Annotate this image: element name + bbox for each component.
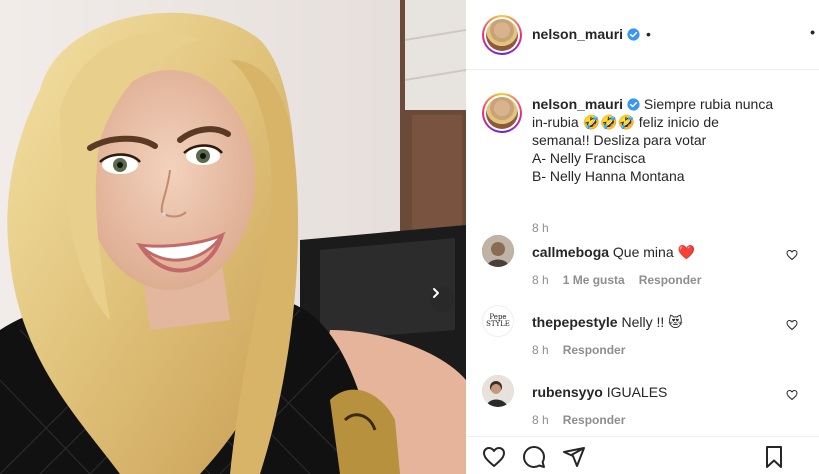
- caption-line2-prefix: in-rubia: [532, 114, 579, 130]
- like-comment-heart-icon[interactable]: [786, 389, 798, 401]
- commenter-username[interactable]: thepepestyle: [532, 314, 618, 330]
- author-avatar[interactable]: [482, 15, 522, 55]
- header-separator: •: [646, 26, 651, 42]
- comment-meta: 8 h Responder: [532, 343, 625, 357]
- comments-list[interactable]: nelson_mauri Siempre rubia nunca in-rubi…: [466, 71, 819, 436]
- like-comment-heart-icon[interactable]: [786, 249, 798, 261]
- reply-button[interactable]: Responder: [563, 343, 626, 357]
- commenter-avatar[interactable]: Pepe STYLE: [482, 305, 514, 337]
- more-options-button[interactable]: •: [810, 24, 815, 40]
- comment-text: rubensyyo IGUALES: [532, 383, 667, 401]
- comment-body: IGUALES: [606, 384, 668, 400]
- post-side-panel: nelson_mauri • • nelson_mauri Siempre ru…: [466, 0, 819, 474]
- verified-badge-icon: [627, 27, 640, 41]
- like-comment-heart-icon[interactable]: [786, 319, 798, 331]
- comment-emoji: 😻: [668, 314, 683, 330]
- commenter-avatar[interactable]: [482, 375, 514, 407]
- comment-text: thepepestyle Nelly !! 😻: [532, 313, 683, 331]
- comment-time[interactable]: 8 h: [532, 273, 549, 287]
- commenter-username[interactable]: rubensyyo: [532, 384, 603, 400]
- reply-button[interactable]: Responder: [563, 413, 626, 427]
- caption-timestamp[interactable]: 8 h: [532, 221, 549, 235]
- comment-time[interactable]: 8 h: [532, 413, 549, 427]
- comment-item: rubensyyo IGUALES 8 h Responder: [482, 375, 812, 435]
- caption-avatar[interactable]: [482, 93, 522, 133]
- comment-meta: 8 h 1 Me gusta Responder: [532, 273, 701, 287]
- comment-text: callmeboga Que mina ❤️: [532, 243, 695, 261]
- share-send-icon[interactable]: [562, 445, 586, 469]
- like-heart-icon[interactable]: [482, 445, 506, 469]
- caption-line4: A- Nelly Francisca: [532, 150, 646, 166]
- comment-meta: 8 h Responder: [532, 413, 625, 427]
- comment-item: callmeboga Que mina ❤️ 8 h 1 Me gusta Re…: [482, 235, 812, 295]
- comment-item: Pepe STYLE thepepestyle Nelly !! 😻 8 h R…: [482, 305, 812, 365]
- caption-line2-suffix: feliz inicio de: [634, 114, 719, 130]
- post-header: nelson_mauri • •: [466, 0, 819, 70]
- next-photo-button[interactable]: [430, 287, 455, 312]
- commenter-avatar[interactable]: [482, 235, 514, 267]
- caption-line1: Siempre rubia nunca: [643, 96, 774, 112]
- reply-button[interactable]: Responder: [639, 273, 702, 287]
- caption-line5: B- Nelly Hanna Montana: [532, 168, 685, 184]
- caption-line3: semana!! Desliza para votar: [532, 132, 707, 148]
- selfie-image: [0, 0, 466, 474]
- commenter-username[interactable]: callmeboga: [532, 244, 609, 260]
- save-bookmark-icon[interactable]: [762, 445, 786, 469]
- comment-emoji: ❤️: [677, 244, 695, 260]
- comment-time[interactable]: 8 h: [532, 343, 549, 357]
- comment-bubble-icon[interactable]: [522, 445, 546, 469]
- comment-likes[interactable]: 1 Me gusta: [563, 273, 625, 287]
- caption-text: nelson_mauri Siempre rubia nunca in-rubi…: [532, 95, 782, 185]
- caption-username[interactable]: nelson_mauri: [532, 96, 623, 112]
- author-username[interactable]: nelson_mauri: [532, 26, 623, 42]
- caption-emoji: 🤣🤣🤣: [582, 114, 635, 130]
- comment-body: Que mina: [612, 244, 674, 260]
- avatar-logo-text: Pepe STYLE: [486, 313, 510, 328]
- comment-body: Nelly !!: [621, 314, 665, 330]
- verified-badge-icon: [627, 98, 640, 111]
- chevron-right-icon: [433, 288, 439, 298]
- post-photo[interactable]: [0, 0, 466, 474]
- post-actions-bar: [466, 436, 819, 474]
